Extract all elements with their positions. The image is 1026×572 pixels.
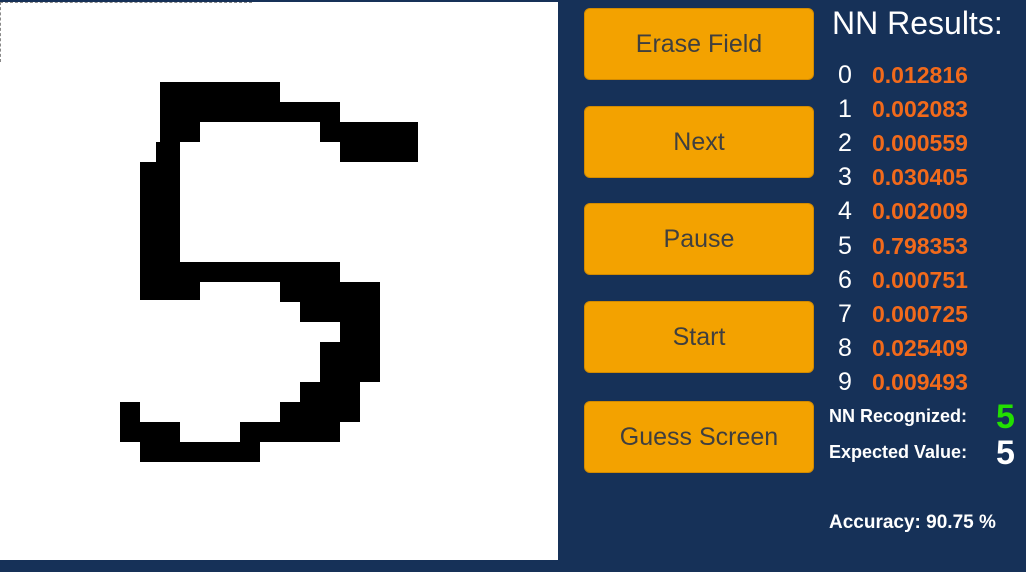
digit-label: 9 xyxy=(838,368,852,397)
probability-value: 0.000559 xyxy=(872,129,968,156)
drawing-canvas[interactable] xyxy=(0,2,558,560)
probability-value: 0.025409 xyxy=(872,335,968,362)
digit-label: 6 xyxy=(838,265,852,294)
next-button[interactable]: Next xyxy=(584,106,814,178)
digit-label: 7 xyxy=(838,299,852,328)
digit-label: 1 xyxy=(838,94,852,123)
pause-button[interactable]: Pause xyxy=(584,203,814,275)
guess-screen-button[interactable]: Guess Screen xyxy=(584,401,814,473)
result-row: 6 0.000751 xyxy=(838,263,968,297)
digit-label: 0 xyxy=(838,60,852,89)
app-window: Erase Field Next Pause Start Guess Scree… xyxy=(0,0,1026,572)
result-row: 1 0.002083 xyxy=(838,92,968,126)
digit-label: 2 xyxy=(838,128,852,157)
probability-value: 0.002083 xyxy=(872,95,968,122)
probability-value: 0.002009 xyxy=(872,198,968,225)
nn-recognized-label: NN Recognized: xyxy=(829,406,968,426)
digit-label: 8 xyxy=(838,334,852,363)
result-row: 2 0.000559 xyxy=(838,126,968,160)
expected-value-label: Expected Value: xyxy=(829,442,968,462)
result-row: 4 0.002009 xyxy=(838,195,968,229)
erase-field-button[interactable]: Erase Field xyxy=(584,8,814,80)
result-row: 5 0.798353 xyxy=(838,229,968,263)
expected-value: 5 xyxy=(996,434,1015,472)
nn-results-title: NN Results: xyxy=(832,5,1003,41)
probability-value: 0.000751 xyxy=(872,266,968,293)
probability-value: 0.012816 xyxy=(872,61,968,88)
nn-results-list: 0 0.012816 1 0.002083 2 0.000559 3 0.030… xyxy=(838,58,968,400)
probability-value: 0.798353 xyxy=(872,232,968,259)
result-row: 0 0.012816 xyxy=(838,58,968,92)
digit-label: 5 xyxy=(838,231,852,260)
digit-label: 4 xyxy=(838,197,852,226)
digit-label: 3 xyxy=(838,163,852,192)
handwritten-digit-drawing xyxy=(120,82,418,462)
result-row: 3 0.030405 xyxy=(838,161,968,195)
result-row: 8 0.025409 xyxy=(838,332,968,366)
start-button[interactable]: Start xyxy=(584,301,814,373)
result-row: 9 0.009493 xyxy=(838,366,968,400)
probability-value: 0.000725 xyxy=(872,300,968,327)
result-row: 7 0.000725 xyxy=(838,297,968,331)
nn-recognized-value: 5 xyxy=(996,398,1015,436)
probability-value: 0.030405 xyxy=(872,164,968,191)
accuracy-readout: Accuracy: 90.75 % xyxy=(829,512,996,533)
probability-value: 0.009493 xyxy=(872,369,968,396)
